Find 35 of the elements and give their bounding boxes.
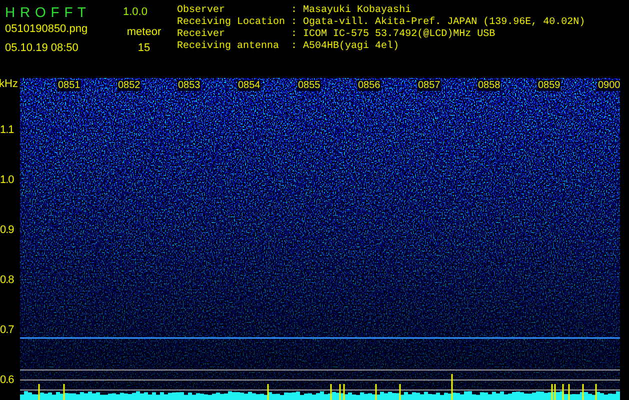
info-value: ICOM IC-575 53.7492(@LCD)MHz USB (303, 29, 496, 40)
colon-separator: : (291, 17, 298, 29)
info-label: Receiving antenna (177, 41, 280, 53)
time-label: 0855 (297, 80, 322, 91)
frequency-label: 0.9 (0, 224, 14, 236)
meteor-label: meteor (126, 26, 162, 38)
colon-separator: : (291, 41, 298, 53)
info-value: Masayuki Kobayashi (303, 5, 412, 16)
colon-separator: : (291, 29, 298, 41)
info-value: Ogata-vill. Akita-Pref. JAPAN (139.96E, 40.02N) (303, 17, 586, 28)
frequency-label: 1.1 (0, 124, 14, 136)
time-label: 0900 (597, 80, 622, 91)
time-label: 0857 (417, 80, 442, 91)
time-label: 0853 (177, 80, 202, 91)
frequency-label: 0.8 (0, 274, 14, 286)
frequency-label: 0.7 (0, 324, 14, 336)
version-label: 1.0.0 (123, 5, 148, 18)
file-name: 0510190850.png (5, 23, 88, 35)
meteor-count: 15 (138, 42, 150, 54)
time-label: 0859 (537, 80, 562, 91)
colon-separator: : (291, 5, 298, 17)
frequency-label: 1.0 (0, 174, 14, 186)
frequency-label: 0.6 (0, 374, 14, 386)
time-label: 0851 (57, 80, 82, 91)
app-title: H R O F F T (5, 4, 88, 20)
info-label: Receiver (177, 29, 226, 40)
time-label: 0852 (117, 80, 142, 91)
unit-label: kHz (0, 78, 19, 92)
info-value: A504HB(yagi 4el) (303, 41, 400, 53)
time-label: 0854 (237, 80, 262, 91)
date-time: 05.10.19 08:50 (5, 42, 78, 54)
time-label: 0856 (357, 80, 382, 91)
time-label: 0858 (477, 80, 502, 91)
info-label: Receiving Location (177, 17, 286, 28)
info-label: Observer (177, 5, 226, 16)
